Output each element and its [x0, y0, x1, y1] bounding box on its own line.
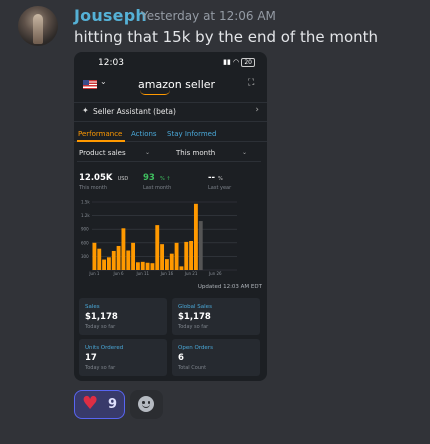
chart-bar: [169, 253, 174, 270]
avatar[interactable]: [18, 6, 58, 46]
metric-this-month: 12.05K USD This month: [79, 173, 129, 191]
chevron-down-icon: ⌄: [100, 77, 107, 86]
chart-bar: [92, 242, 97, 270]
y-tick-label: 300: [81, 254, 89, 259]
chart-bar: [155, 225, 160, 270]
x-tick-label: Jun 1: [88, 271, 100, 276]
chart-bar: [140, 261, 145, 270]
x-tick-label: Jun 21: [184, 271, 198, 276]
tab-actions[interactable]: Actions: [131, 130, 157, 138]
metric-last-year: -- % Last year: [208, 173, 232, 191]
amazon-seller-logo: amazon seller: [138, 78, 215, 95]
period-select[interactable]: This month ⌄: [176, 149, 247, 157]
chart-bar: [145, 262, 150, 270]
sparkle-icon: ✦: [82, 106, 89, 115]
x-tick-label: Jun 6: [113, 271, 125, 276]
seller-assistant-label: Seller Assistant (beta): [93, 107, 176, 116]
sales-bar-chart: 1.5k 1.2k 900 600 300 Jun 1 Jun 6 Jun 11 Jun 16 J…: [81, 200, 237, 276]
chart-bar: [135, 262, 140, 270]
tab-stay-informed[interactable]: Stay Informed: [167, 130, 216, 138]
active-tab-indicator: [77, 140, 125, 142]
chart-bar: [126, 250, 131, 270]
tab-performance[interactable]: Performance: [78, 130, 122, 138]
add-reaction-button[interactable]: [130, 390, 163, 419]
y-tick-label: 1.2k: [81, 213, 90, 218]
chart-bar: [164, 259, 169, 270]
x-tick-label: Jun 16: [160, 271, 174, 276]
chart-bar: [174, 242, 179, 270]
chart-bar: [198, 221, 203, 270]
screenshot-attachment[interactable]: 12:03 ▮▮ ◠ 20 ⌄ amazon seller ⛶ ✦ Seller…: [74, 52, 267, 381]
username[interactable]: Jouseph: [74, 6, 147, 25]
chart-bar: [131, 242, 136, 270]
card-global-sales[interactable]: Global Sales $1,178 Today so far: [172, 298, 260, 335]
divider: [77, 161, 261, 162]
chart-bar: [193, 203, 198, 270]
chart-bar: [160, 244, 165, 270]
card-units-ordered[interactable]: Units Ordered 17 Today so far: [79, 339, 167, 376]
y-tick-label: 600: [81, 240, 89, 245]
card-sales[interactable]: Sales $1,178 Today so far: [79, 298, 167, 335]
phone-status-bar: 12:03 ▮▮ ◠ 20: [74, 52, 267, 74]
battery-icon: 20: [241, 58, 255, 67]
status-time: 12:03: [98, 58, 124, 68]
message-text: hitting that 15k by the end of the month: [74, 28, 379, 46]
chart-bar: [106, 257, 111, 270]
smiley-icon: [138, 396, 154, 412]
chart-bar: [102, 259, 107, 270]
chart-bar: [179, 266, 184, 270]
heart-reaction-button[interactable]: ♥ 9: [74, 390, 125, 419]
message-timestamp: Yesterday at 12:06 AM: [141, 9, 276, 23]
y-tick-label: 900: [81, 227, 89, 232]
chart-bar: [97, 248, 102, 270]
x-tick-label: Jun 26: [208, 271, 222, 276]
heart-icon: ♥: [82, 393, 99, 414]
metric-select[interactable]: Product sales ⌄: [79, 149, 150, 157]
metric-last-month: 93 % ↑ Last month: [143, 173, 172, 191]
scan-icon: ⛶: [248, 78, 255, 88]
chart-bar: [121, 228, 126, 270]
tab-bar: Performance Actions Stay Informed: [74, 127, 267, 142]
card-open-orders[interactable]: Open Orders 6 Total Count: [172, 339, 260, 376]
chevron-right-icon: ›: [255, 105, 259, 115]
us-flag-icon: [83, 80, 97, 89]
seller-assistant-row[interactable]: ✦ Seller Assistant (beta) ›: [74, 102, 267, 122]
chart-bar: [184, 241, 189, 270]
chart-bar: [189, 240, 194, 270]
y-tick-label: 1.5k: [81, 200, 90, 205]
chart-bar: [111, 250, 116, 270]
x-tick-label: Jun 11: [135, 271, 149, 276]
chart-bar: [150, 263, 155, 270]
chart-bar: [116, 245, 121, 270]
reaction-count: 9: [108, 397, 118, 412]
updated-timestamp: Updated 12:03 AM EDT: [197, 284, 262, 290]
status-icons: ▮▮ ◠ 20: [223, 58, 255, 67]
